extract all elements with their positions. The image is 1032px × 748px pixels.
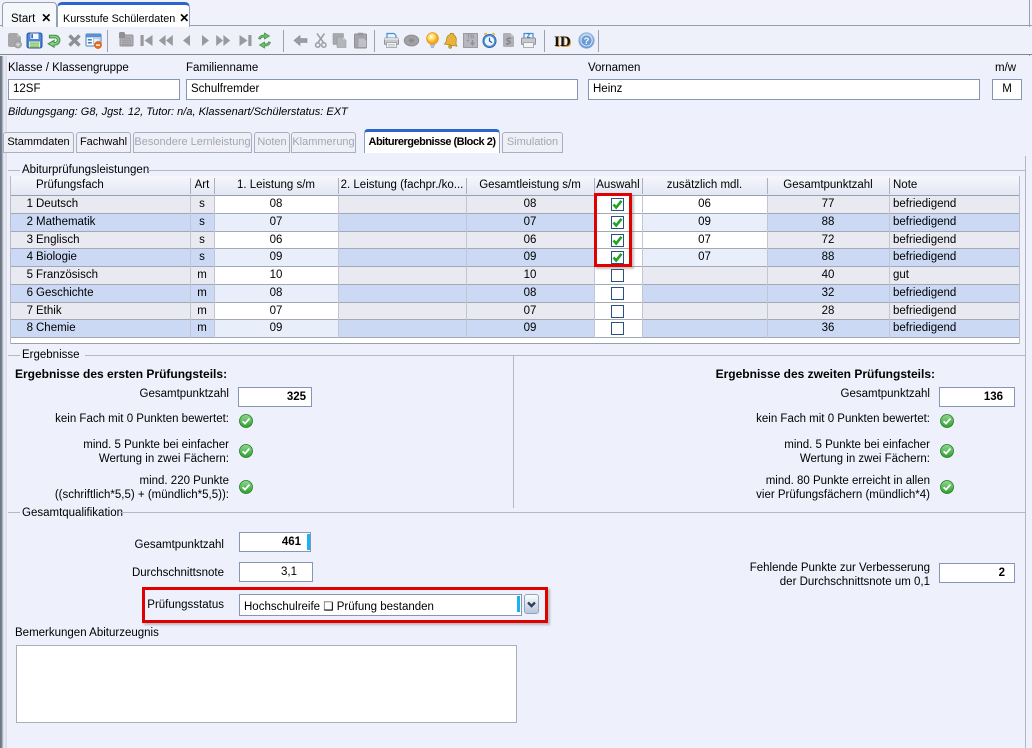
svg-text:?: ? bbox=[584, 36, 590, 47]
